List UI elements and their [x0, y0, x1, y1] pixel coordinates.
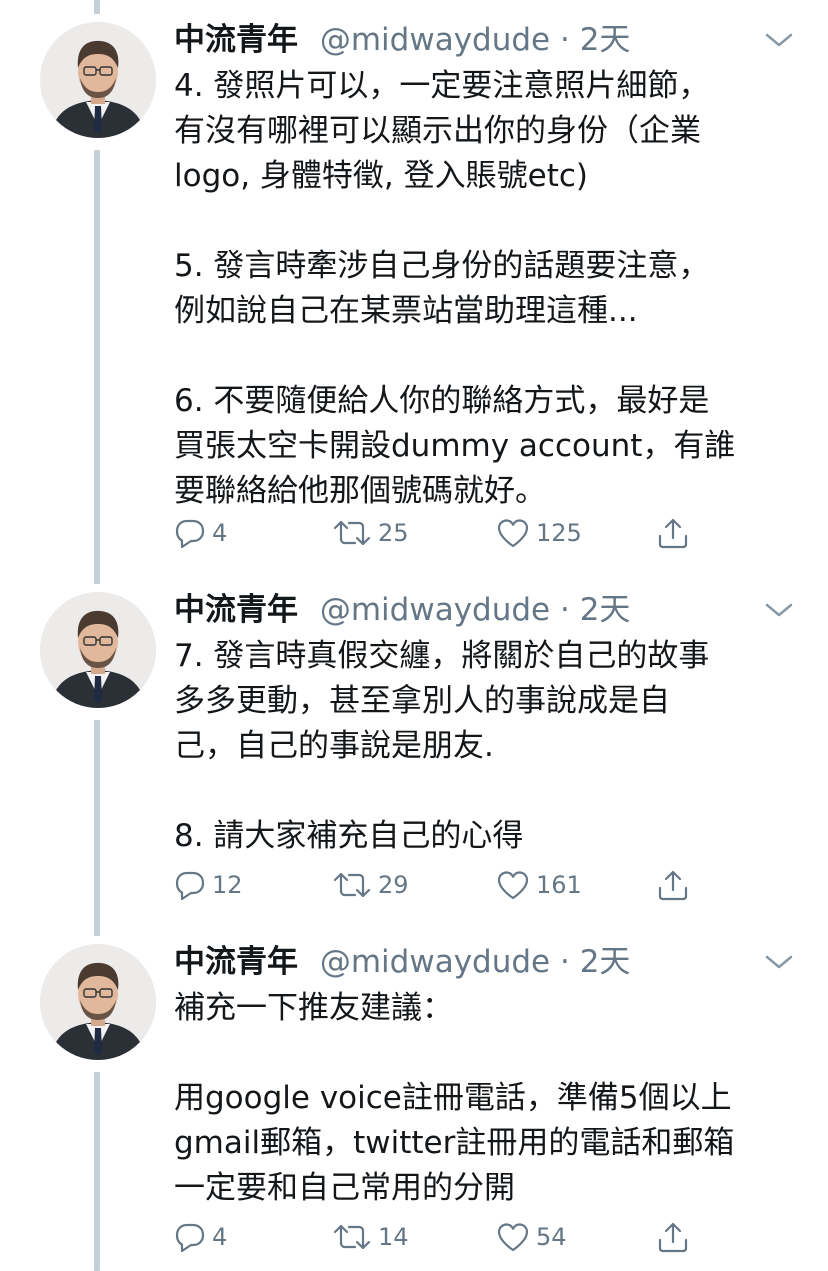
heart-icon [497, 871, 529, 900]
reply-icon [175, 519, 205, 549]
tweet-header: 中流青年 @midwaydude · 2天 [174, 18, 630, 62]
share-icon [658, 1222, 688, 1253]
reply-count: 4 [212, 1223, 228, 1251]
separator-dot: · [559, 944, 570, 980]
avatar-image [40, 944, 156, 1060]
username[interactable]: @midwaydude [320, 944, 550, 980]
chevron-down-icon [765, 33, 793, 47]
tweet-actions: 4 25 125 [174, 513, 734, 553]
tweet-header: 中流青年 @midwaydude · 2天 [174, 588, 630, 632]
retweet-icon [333, 872, 371, 898]
reply-button[interactable]: 4 [174, 513, 227, 553]
tweet-text: 補充一下推友建議： 用google voice註冊電話，準備5個以上 gmail… [174, 990, 735, 1206]
thread-line [94, 1072, 100, 1271]
share-icon [658, 518, 688, 549]
display-name[interactable]: 中流青年 [174, 944, 298, 980]
separator-dot: · [559, 22, 570, 58]
like-button[interactable]: 125 [496, 513, 582, 553]
share-button[interactable] [656, 865, 690, 905]
retweet-count: 29 [378, 871, 409, 899]
thread-line [94, 150, 100, 584]
more-menu-button[interactable] [762, 950, 796, 974]
tweet-header: 中流青年 @midwaydude · 2天 [174, 940, 630, 984]
avatar[interactable] [40, 592, 156, 708]
retweet-count: 14 [378, 1223, 409, 1251]
avatar-image [40, 22, 156, 138]
tweet-actions: 12 29 161 [174, 865, 734, 905]
like-count: 125 [536, 519, 582, 547]
avatar-image [40, 592, 156, 708]
retweet-count: 25 [378, 519, 409, 547]
like-button[interactable]: 54 [496, 1217, 567, 1257]
heart-icon [497, 519, 529, 548]
more-menu-button[interactable] [762, 28, 796, 52]
reply-button[interactable]: 12 [174, 865, 243, 905]
username[interactable]: @midwaydude [320, 22, 550, 58]
tweet-text: 4. 發照片可以，一定要注意照片細節， 有沒有哪裡可以顯示出你的身份（企業 lo… [174, 68, 736, 509]
reply-count: 12 [212, 871, 243, 899]
thread-line-top [94, 0, 100, 14]
tweet-actions: 4 14 54 [174, 1217, 734, 1257]
chevron-down-icon [765, 603, 793, 617]
heart-icon [497, 1223, 529, 1252]
share-button[interactable] [656, 513, 690, 553]
thread-line [94, 720, 100, 936]
timestamp[interactable]: 2天 [580, 944, 631, 980]
reply-count: 4 [212, 519, 228, 547]
retweet-button[interactable]: 25 [332, 513, 409, 553]
share-icon [658, 870, 688, 901]
retweet-button[interactable]: 29 [332, 865, 409, 905]
username[interactable]: @midwaydude [320, 592, 550, 628]
retweet-icon [333, 520, 371, 546]
like-button[interactable]: 161 [496, 865, 582, 905]
timestamp[interactable]: 2天 [580, 592, 631, 628]
reply-icon [175, 871, 205, 901]
display-name[interactable]: 中流青年 [174, 592, 298, 628]
avatar[interactable] [40, 22, 156, 138]
retweet-button[interactable]: 14 [332, 1217, 409, 1257]
tweet-text: 7. 發言時真假交纏，將關於自己的故事 多多更動，甚至拿別人的事說成是自 己，自… [174, 638, 710, 854]
display-name[interactable]: 中流青年 [174, 22, 298, 58]
timestamp[interactable]: 2天 [580, 22, 631, 58]
reply-button[interactable]: 4 [174, 1217, 227, 1257]
avatar[interactable] [40, 944, 156, 1060]
reply-icon [175, 1223, 205, 1253]
like-count: 54 [536, 1223, 567, 1251]
share-button[interactable] [656, 1217, 690, 1257]
chevron-down-icon [765, 955, 793, 969]
more-menu-button[interactable] [762, 598, 796, 622]
separator-dot: · [559, 592, 570, 628]
retweet-icon [333, 1224, 371, 1250]
like-count: 161 [536, 871, 582, 899]
